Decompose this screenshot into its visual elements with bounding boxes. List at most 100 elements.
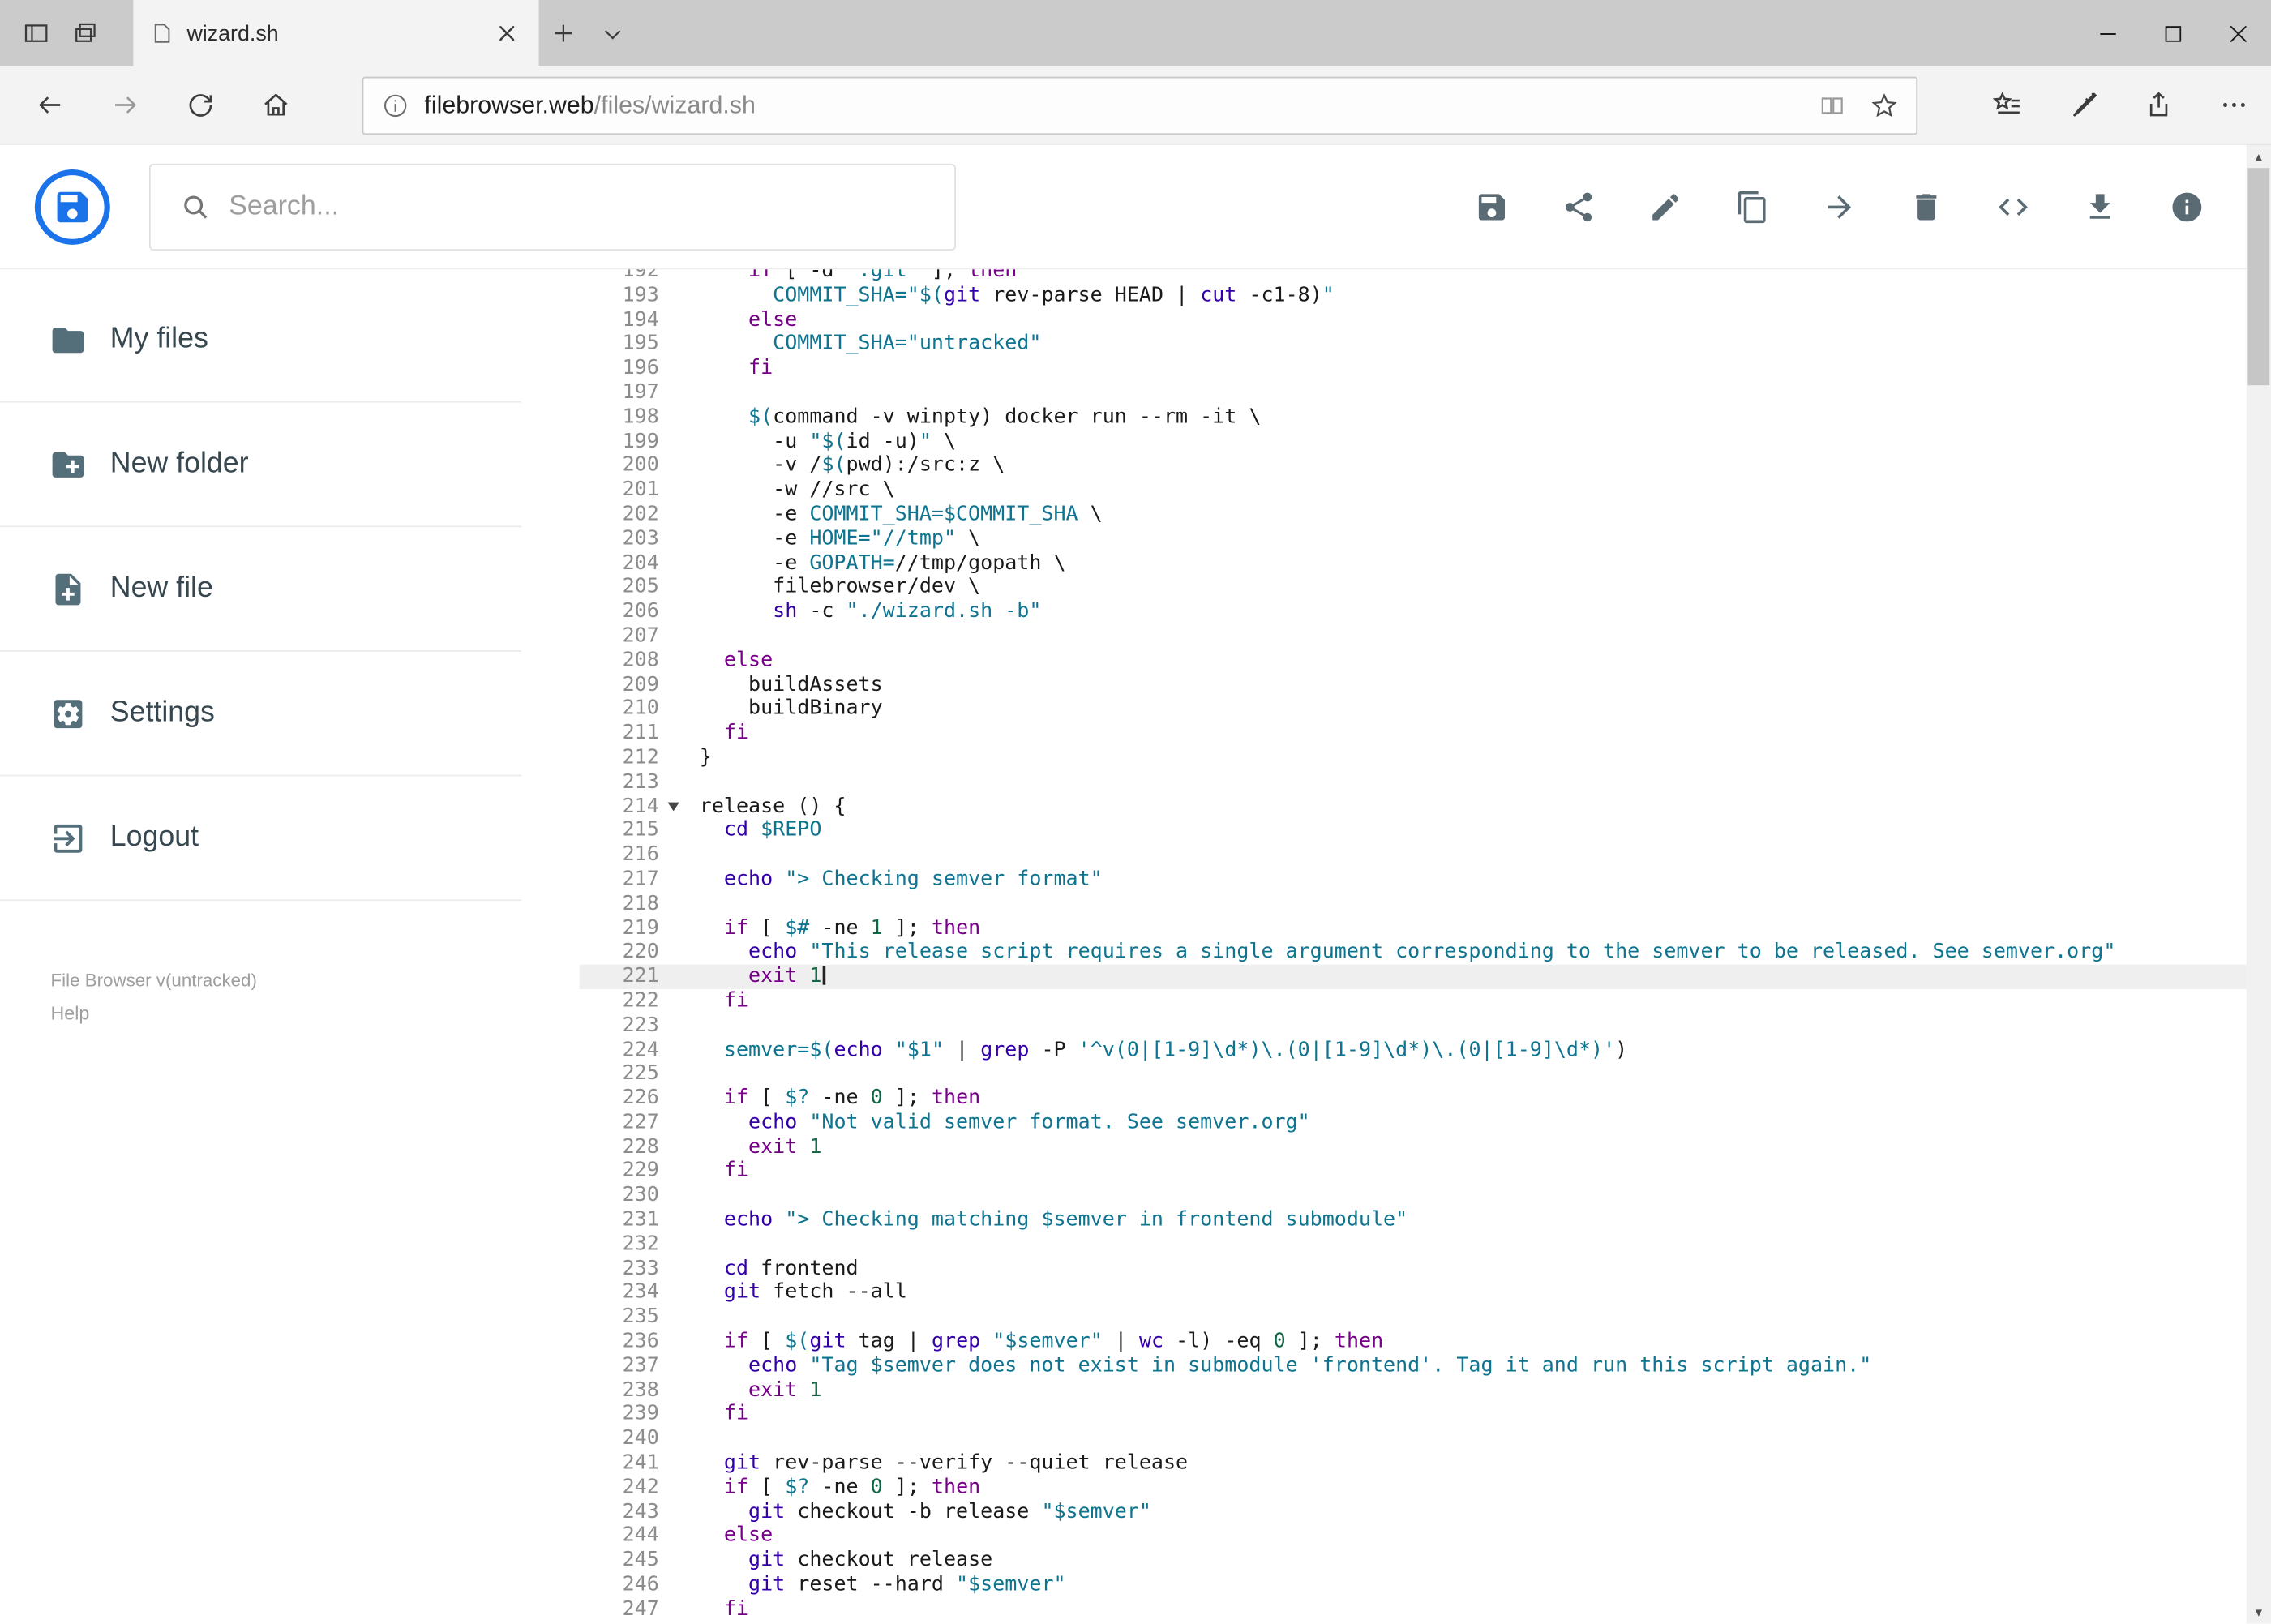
code-line[interactable]: 219 if [ $# -ne 1 ]; then <box>580 916 2271 941</box>
code-line[interactable]: 246 git reset --hard "$semver" <box>580 1573 2271 1597</box>
reading-view-button[interactable] <box>1806 78 1858 133</box>
address-bar[interactable]: filebrowser.web/files/wizard.sh <box>362 75 1918 135</box>
share-button[interactable] <box>1536 163 1622 250</box>
code-editor[interactable]: 192 if [ -d ".git" ]; then 193 COMMIT_SHA… <box>521 269 2271 1623</box>
code-line[interactable]: 229 fi <box>580 1159 2271 1184</box>
code-view-button[interactable] <box>1969 163 2056 250</box>
code-line[interactable]: 239 fi <box>580 1403 2271 1427</box>
rename-button[interactable] <box>1622 163 1709 250</box>
code-line[interactable]: 197 <box>580 381 2271 405</box>
code-line[interactable]: 226 if [ $? -ne 0 ]; then <box>580 1086 2271 1111</box>
code-line[interactable]: 215 cd $REPO <box>580 819 2271 843</box>
scrollbar-thumb[interactable] <box>2247 168 2270 386</box>
code-line[interactable]: 209 buildAssets <box>580 673 2271 697</box>
code-line[interactable]: 200 -v /$(pwd):/src:z \ <box>580 454 2271 478</box>
search-box[interactable] <box>148 162 956 251</box>
code-line[interactable]: 199 -u "$(id -u)" \ <box>580 430 2271 454</box>
forward-button[interactable] <box>87 66 162 144</box>
home-button[interactable] <box>238 66 313 144</box>
delete-button[interactable] <box>1883 163 1969 250</box>
code-line[interactable]: 225 <box>580 1062 2271 1086</box>
back-button[interactable] <box>11 66 87 144</box>
hub-favorites-button[interactable] <box>1969 66 2045 144</box>
code-line[interactable]: 232 <box>580 1232 2271 1257</box>
favorite-star-button[interactable] <box>1858 78 1910 133</box>
move-button[interactable] <box>1796 163 1883 250</box>
new-tab-button[interactable] <box>539 0 589 66</box>
code-line[interactable]: 196 fi <box>580 357 2271 381</box>
scroll-up-arrow-icon[interactable]: ▲ <box>2247 145 2271 169</box>
maximize-button[interactable] <box>2140 0 2205 66</box>
code-line[interactable]: 238 exit 1 <box>580 1378 2271 1403</box>
code-line[interactable]: 194 else <box>580 308 2271 332</box>
code-line[interactable]: 220 echo "This release script requires a… <box>580 941 2271 965</box>
tabs-preview-button[interactable] <box>61 0 110 66</box>
code-line[interactable]: 222 fi <box>580 989 2271 1013</box>
close-button[interactable] <box>2206 0 2271 66</box>
code-line[interactable]: 228 exit 1 <box>580 1135 2271 1159</box>
save-button[interactable] <box>1448 163 1535 250</box>
browser-tab[interactable]: wizard.sh <box>133 0 539 67</box>
code-line[interactable]: 212} <box>580 746 2271 770</box>
code-line[interactable]: 223 <box>580 1013 2271 1038</box>
minimize-button[interactable] <box>2076 0 2140 66</box>
copy-button[interactable] <box>1709 163 1796 250</box>
fold-arrow-icon[interactable] <box>667 802 679 812</box>
code-line[interactable]: 244 else <box>580 1524 2271 1549</box>
code-line[interactable]: 230 <box>580 1184 2271 1208</box>
site-info-icon[interactable] <box>381 91 410 120</box>
code-line[interactable]: 242 if [ $? -ne 0 ]; then <box>580 1476 2271 1500</box>
code-line[interactable]: 218 <box>580 892 2271 916</box>
code-line[interactable]: 237 echo "Tag $semver does not exist in … <box>580 1354 2271 1378</box>
tab-preview-chevron-button[interactable] <box>588 0 637 66</box>
sidebar-item-new-file[interactable]: New file <box>0 527 522 652</box>
code-line[interactable]: 202 -e COMMIT_SHA=$COMMIT_SHA \ <box>580 503 2271 527</box>
info-button[interactable] <box>2144 163 2230 250</box>
sidebar-item-my-files[interactable]: My files <box>0 278 522 403</box>
code-line[interactable]: 211 fi <box>580 722 2271 746</box>
web-note-button[interactable] <box>2045 66 2120 144</box>
code-line[interactable]: 236 if [ $(git tag | grep "$semver" | wc… <box>580 1330 2271 1354</box>
code-line[interactable]: 198 $(command -v winpty) docker run --rm… <box>580 405 2271 430</box>
download-button[interactable] <box>2057 163 2144 250</box>
code-line[interactable]: 192 if [ -d ".git" ]; then <box>580 269 2271 284</box>
code-line[interactable]: 224 semver=$(echo "$1" | grep -P '^v(0|[… <box>580 1038 2271 1062</box>
code-line[interactable]: 231 echo "> Checking matching $semver in… <box>580 1208 2271 1232</box>
help-link[interactable]: Help <box>51 1002 90 1024</box>
code-line[interactable]: 201 -w //src \ <box>580 478 2271 503</box>
code-line[interactable]: 213 <box>580 770 2271 795</box>
code-line[interactable]: 208 else <box>580 649 2271 673</box>
code-line[interactable]: 240 <box>580 1427 2271 1451</box>
more-options-button[interactable] <box>2196 66 2271 144</box>
search-input[interactable] <box>229 190 932 223</box>
url-text[interactable]: filebrowser.web/files/wizard.sh <box>424 91 1806 120</box>
code-line[interactable]: 206 sh -c "./wizard.sh -b" <box>580 600 2271 624</box>
sidebar-item-logout[interactable]: Logout <box>0 776 522 902</box>
code-line[interactable]: 241 git rev-parse --verify --quiet relea… <box>580 1451 2271 1476</box>
code-line[interactable]: 205 filebrowser/dev \ <box>580 576 2271 600</box>
code-line[interactable]: 195 COMMIT_SHA="untracked" <box>580 332 2271 357</box>
set-aside-tabs-button[interactable] <box>11 0 61 66</box>
code-line[interactable]: 247 fi <box>580 1597 2271 1622</box>
tab-close-icon[interactable] <box>490 16 525 51</box>
code-line[interactable]: 227 echo "Not valid semver format. See s… <box>580 1111 2271 1135</box>
code-line[interactable]: 193 COMMIT_SHA="$(git rev-parse HEAD | c… <box>580 284 2271 308</box>
code-line[interactable]: 233 cd frontend <box>580 1257 2271 1281</box>
scroll-down-arrow-icon[interactable]: ▼ <box>2247 1600 2271 1624</box>
code-line[interactable]: 203 -e HOME="//tmp" \ <box>580 527 2271 551</box>
code-line[interactable]: 217 echo "> Checking semver format" <box>580 868 2271 892</box>
code-line[interactable]: 216 <box>580 843 2271 868</box>
code-line[interactable]: 210 buildBinary <box>580 697 2271 722</box>
code-line[interactable]: 204 -e GOPATH=//tmp/gopath \ <box>580 551 2271 576</box>
sidebar-item-new-folder[interactable]: New folder <box>0 403 522 528</box>
code-line[interactable]: 235 <box>580 1305 2271 1330</box>
code-line[interactable]: 221 exit 1 <box>579 964 2271 989</box>
vertical-scrollbar[interactable]: ▲ ▼ <box>2246 144 2271 1624</box>
refresh-button[interactable] <box>162 66 238 144</box>
code-line[interactable]: 207 <box>580 624 2271 649</box>
code-line[interactable]: 243 git checkout -b release "$semver" <box>580 1500 2271 1524</box>
code-line[interactable]: 234 git fetch --all <box>580 1281 2271 1305</box>
sidebar-item-settings[interactable]: Settings <box>0 652 522 777</box>
code-line[interactable]: 214 release () { <box>580 795 2271 819</box>
code-line[interactable]: 245 git checkout release <box>580 1549 2271 1573</box>
